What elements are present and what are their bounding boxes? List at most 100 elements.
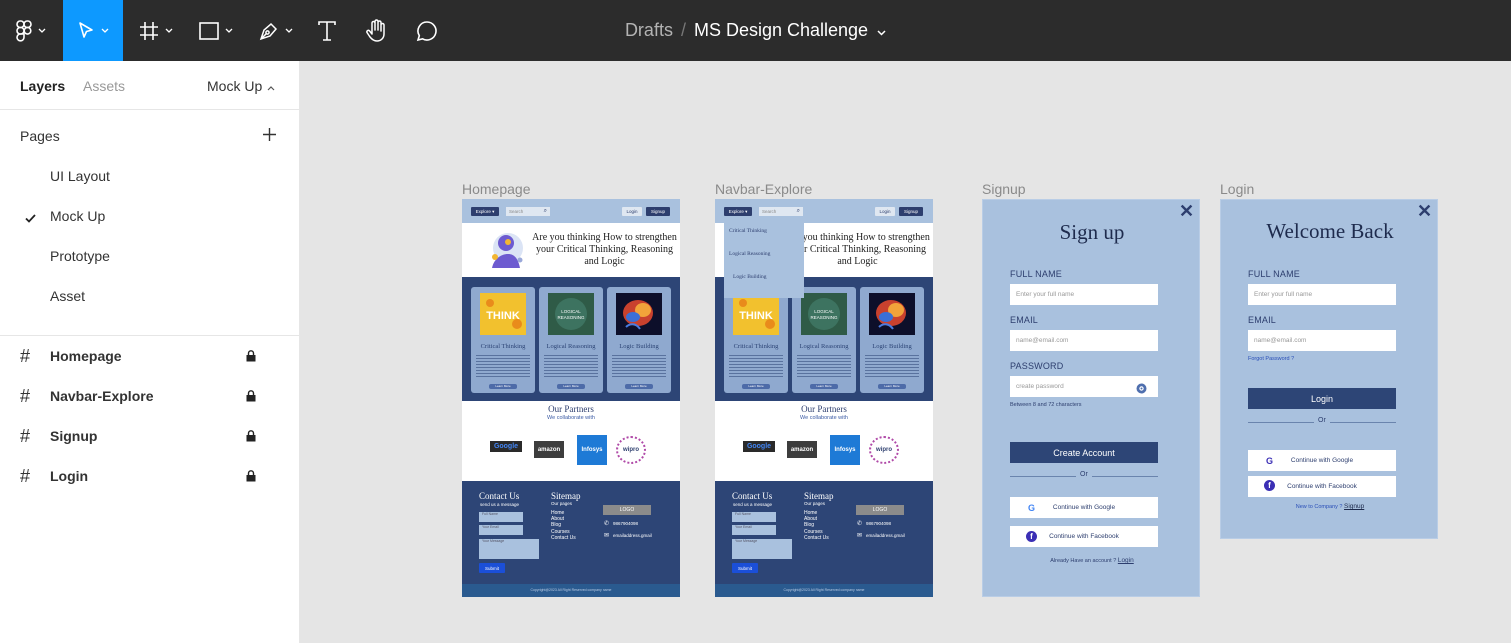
frame-homepage[interactable]: Explore ▾ Search ⌕ Login Signup Are you … bbox=[462, 199, 680, 597]
contact-subtitle: send us a message bbox=[480, 502, 520, 507]
create-account-button: Create Account bbox=[1010, 442, 1158, 463]
wipro-logo: wipro bbox=[869, 436, 899, 464]
google-icon: G bbox=[1265, 455, 1273, 466]
have-account-row: Already Have an account ? Login bbox=[983, 557, 1199, 564]
learn-more-button: Learn More bbox=[810, 384, 838, 389]
checkmark-icon bbox=[25, 210, 36, 228]
card-logic-building: Logic Building Learn More bbox=[860, 287, 924, 393]
frame-icon: # bbox=[20, 345, 31, 366]
hero-heading: Are you thinking How to strengthen your … bbox=[785, 232, 930, 267]
email-field: Your Email bbox=[732, 525, 776, 535]
frame-label-navbar-explore[interactable]: Navbar-Explore bbox=[715, 181, 812, 197]
frame-label-homepage[interactable]: Homepage bbox=[462, 181, 531, 197]
dropdown-item-logical-reasoning: Logical Reasoning bbox=[729, 251, 771, 257]
partners-title: Our Partners bbox=[548, 404, 594, 414]
page-item-asset[interactable]: Asset bbox=[50, 288, 85, 304]
email-address: emailaddress.gmail bbox=[866, 533, 905, 538]
email-input: name@email.com bbox=[1248, 330, 1396, 351]
design-canvas[interactable]: Homepage Explore ▾ Search ⌕ Login Signup… bbox=[300, 61, 1511, 643]
add-page-icon[interactable] bbox=[262, 127, 277, 147]
explore-button: Explore ▾ bbox=[471, 207, 499, 216]
frame-label-signup[interactable]: Signup bbox=[982, 181, 1026, 197]
login-submit-button: Login bbox=[1248, 388, 1396, 409]
copyright-bar: Copyright@2023 All Right Reserved compan… bbox=[715, 584, 933, 597]
card-description bbox=[476, 355, 530, 377]
tab-assets[interactable]: Assets bbox=[83, 78, 125, 94]
frame-label-login[interactable]: Login bbox=[1220, 181, 1254, 197]
lock-icon[interactable] bbox=[246, 349, 256, 365]
contact-subtitle: send us a message bbox=[733, 502, 773, 507]
layer-label: Homepage bbox=[50, 348, 122, 364]
wipro-logo: wipro bbox=[616, 436, 646, 464]
cards-section: THINK Critical Thinking Learn More LOGIC… bbox=[462, 277, 680, 401]
layer-navbar-explore[interactable]: # Navbar-Explore bbox=[20, 386, 260, 406]
lock-icon[interactable] bbox=[246, 429, 256, 445]
google-login-button: G Continue with Google bbox=[1248, 450, 1396, 471]
frame-signup[interactable]: ✕ Sign up FULL NAME Enter your full name… bbox=[982, 199, 1200, 597]
partners-subtitle: We collaborate with bbox=[800, 415, 848, 421]
signup-button: Signup bbox=[646, 207, 670, 216]
phone-icon: ✆ bbox=[857, 521, 863, 527]
infosys-logo: Infosys bbox=[577, 435, 607, 465]
have-account-text: Already Have an account ? bbox=[1050, 558, 1117, 564]
google-label: Continue with Google bbox=[1290, 457, 1354, 464]
contact-title: Contact Us bbox=[479, 491, 520, 501]
google-signup-button: G Continue with Google bbox=[1010, 497, 1158, 518]
card-title: Logical Reasoning bbox=[799, 343, 849, 350]
reasoning-image: LOGICAL REASONING bbox=[801, 293, 847, 335]
amazon-logo: amazon bbox=[534, 441, 564, 458]
hero-illustration bbox=[486, 230, 526, 270]
card-description bbox=[544, 355, 598, 377]
sitemap-link: Contact Us bbox=[804, 534, 829, 541]
card-title: Critical Thinking bbox=[480, 343, 526, 350]
layer-signup[interactable]: # Signup bbox=[20, 426, 260, 446]
page-selector-label: Mock Up bbox=[207, 78, 263, 94]
page-item-ui-layout[interactable]: UI Layout bbox=[50, 168, 110, 184]
search-placeholder: Search bbox=[509, 209, 524, 214]
facebook-label: Continue with Facebook bbox=[1287, 483, 1357, 490]
page-item-mock-up[interactable]: Mock Up bbox=[50, 208, 105, 224]
file-name[interactable]: MS Design Challenge bbox=[694, 20, 868, 41]
layer-login[interactable]: # Login bbox=[20, 466, 260, 486]
breadcrumb-separator: / bbox=[680, 20, 686, 40]
frame-login[interactable]: ✕ Welcome Back FULL NAME Enter your full… bbox=[1220, 199, 1438, 539]
chevron-down-icon[interactable] bbox=[877, 20, 886, 41]
divider bbox=[0, 335, 300, 336]
facebook-label: Continue with Facebook bbox=[1049, 533, 1119, 540]
signup-button: Signup bbox=[899, 207, 923, 216]
explore-button: Explore ▾ bbox=[724, 207, 752, 216]
phone-number: 9867904098 bbox=[613, 521, 639, 526]
lock-icon[interactable] bbox=[246, 469, 256, 485]
eye-icon bbox=[1136, 381, 1147, 399]
layer-homepage[interactable]: # Homepage bbox=[20, 346, 260, 366]
copyright-bar: Copyright@2023 All Right Reserved compan… bbox=[462, 584, 680, 597]
lock-icon[interactable] bbox=[246, 389, 256, 405]
email-label: EMAIL bbox=[1248, 315, 1277, 325]
close-icon: ✕ bbox=[1179, 201, 1195, 221]
divider bbox=[0, 109, 300, 110]
brain-image bbox=[869, 293, 915, 335]
partners-section: Our Partners We collaborate with Google … bbox=[462, 401, 680, 481]
phone-icon: ✆ bbox=[604, 521, 610, 527]
card-title: Critical Thinking bbox=[733, 343, 779, 350]
dropdown-item-logic-building: Logic Building bbox=[733, 274, 767, 280]
card-title: Logic Building bbox=[872, 343, 912, 350]
svg-text:THINK: THINK bbox=[486, 310, 520, 322]
card-description bbox=[797, 355, 851, 377]
card-critical-thinking: THINK Critical Thinking Learn More bbox=[471, 287, 535, 393]
facebook-icon: f bbox=[1026, 531, 1037, 542]
svg-text:LOGICAL: LOGICAL bbox=[561, 309, 581, 314]
frame-icon: # bbox=[20, 465, 31, 486]
page-selector[interactable]: Mock Up bbox=[207, 78, 275, 94]
page-item-prototype[interactable]: Prototype bbox=[50, 248, 110, 264]
amazon-logo: amazon bbox=[787, 441, 817, 458]
breadcrumb-drafts[interactable]: Drafts bbox=[625, 20, 673, 41]
sitemap-links: Home About Blog Courses Contact Us bbox=[551, 510, 576, 541]
tab-layers[interactable]: Layers bbox=[20, 78, 65, 94]
google-logo: Google bbox=[490, 441, 522, 452]
logo-placeholder: LOGO bbox=[856, 505, 904, 515]
card-title: Logical Reasoning bbox=[546, 343, 596, 350]
frame-navbar-explore[interactable]: Explore ▾ Search ⌕ Login Signup Are you … bbox=[715, 199, 933, 597]
or-label: Or bbox=[1076, 471, 1092, 478]
card-logical-reasoning: LOGICAL REASONING Logical Reasoning Learn… bbox=[792, 287, 856, 393]
